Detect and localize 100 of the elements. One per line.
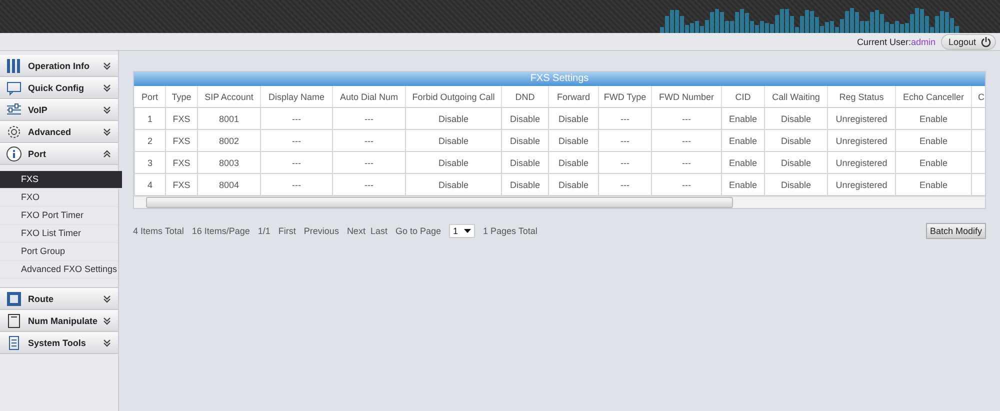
- sidebar-section[interactable]: Num Manipulate: [0, 310, 118, 332]
- section-label: VoIP: [28, 104, 48, 114]
- table-cell: Disable: [558, 114, 588, 124]
- current-user-label: Current User:admin: [856, 36, 936, 46]
- section-label: Route: [28, 294, 54, 304]
- sidebar-item[interactable]: Port Group: [0, 243, 118, 261]
- table-cell: 3: [147, 158, 152, 168]
- table-cell: Enable: [728, 114, 758, 124]
- sidebar-item[interactable]: FXO List Timer: [0, 225, 118, 243]
- column-header: Auto Dial Num: [340, 92, 398, 102]
- table-cell: Disable: [438, 158, 468, 168]
- table-cell: Unregistered: [836, 158, 888, 168]
- bars-icon: [6, 58, 22, 74]
- table-cell: ---: [292, 158, 301, 168]
- sidebar-item[interactable]: Advanced FXO Settings: [0, 261, 118, 279]
- table-cell: FXS: [172, 180, 190, 190]
- sidebar-section[interactable]: Advanced: [0, 121, 118, 143]
- table-cell: Disable: [438, 180, 468, 190]
- column-header: Type: [172, 92, 192, 102]
- table-cell: Disable: [780, 158, 811, 168]
- pages-total: 1 Pages Total: [483, 226, 538, 236]
- table-cell: ---: [682, 114, 691, 124]
- table-cell: Disable: [510, 136, 540, 146]
- section-label: Operation Info: [28, 60, 90, 70]
- column-header: Call Waiting: [772, 92, 820, 102]
- table-cell: ---: [620, 136, 630, 146]
- square-icon: [6, 290, 22, 306]
- table-cell: Enable: [919, 180, 948, 190]
- table-cell: 8004: [218, 180, 240, 190]
- sidebar-section[interactable]: Route: [0, 288, 118, 310]
- sidebar-item[interactable]: FXO: [0, 189, 118, 207]
- batch-modify-button[interactable]: Batch Modify: [926, 223, 986, 239]
- table-cell: ---: [364, 136, 374, 146]
- table-cell: Unregistered: [836, 180, 888, 190]
- column-header: DND: [515, 92, 535, 102]
- sidebar-item[interactable]: FXO Port Timer: [0, 207, 118, 225]
- table-cell: Disable: [438, 114, 468, 124]
- table-cell: ---: [620, 114, 630, 124]
- column-header: Forward: [556, 92, 590, 102]
- column-header: Port: [141, 92, 158, 102]
- table-cell: Disable: [438, 136, 468, 146]
- column-header: FWD Number: [658, 92, 714, 102]
- table-cell: FXS: [172, 136, 190, 146]
- table-cell: ---: [292, 114, 301, 124]
- column-header: CID: [735, 92, 751, 102]
- table-cell: Unregistered: [836, 114, 888, 124]
- table-cell: Enable: [919, 158, 948, 168]
- gear-icon: [6, 124, 22, 140]
- table-cell: Enable: [919, 114, 948, 124]
- table-cell: Disable: [510, 180, 540, 190]
- frame-icon: [6, 312, 22, 328]
- last-link[interactable]: Last: [370, 226, 388, 236]
- power-icon: [980, 36, 992, 48]
- table-cell: 8001: [218, 114, 240, 124]
- horizontal-scrollbar[interactable]: [134, 196, 985, 208]
- sidebar-item[interactable]: FXS: [0, 171, 122, 189]
- caret-icon: [464, 228, 472, 234]
- logout-button[interactable]: Logout: [941, 34, 996, 50]
- section-label: Advanced: [28, 126, 72, 136]
- table-cell: ---: [682, 136, 691, 146]
- table-cell: ---: [292, 136, 301, 146]
- table-cell: ---: [620, 180, 630, 190]
- table-cell: ---: [682, 180, 691, 190]
- table-cell: 8002: [218, 136, 240, 146]
- column-header: SIP Account: [204, 92, 254, 102]
- section-label: System Tools: [28, 338, 87, 348]
- document-icon: [6, 334, 22, 350]
- table-cell: Disable: [780, 136, 811, 146]
- sidebar-section[interactable]: Quick Config: [0, 77, 118, 99]
- first-link[interactable]: First: [278, 226, 296, 236]
- sidebar-section[interactable]: VoIP: [0, 99, 118, 121]
- items-total: 4 Items Total: [133, 226, 184, 236]
- column-header: C: [978, 92, 984, 102]
- column-header: Reg Status: [839, 92, 884, 102]
- previous-link[interactable]: Previous: [304, 226, 339, 236]
- table-cell: FXS: [172, 158, 190, 168]
- table-cell: 8003: [218, 158, 240, 168]
- next-link[interactable]: Next: [346, 226, 366, 236]
- page-select[interactable]: 1: [449, 224, 476, 238]
- sidebar-section[interactable]: System Tools: [0, 332, 118, 354]
- column-header: Forbid Outgoing Call: [412, 92, 495, 102]
- chat-icon: [6, 80, 22, 96]
- table-cell: Unregistered: [836, 136, 888, 146]
- column-header: Echo Canceller: [902, 92, 964, 102]
- info-icon: [6, 146, 22, 162]
- table-cell: Disable: [780, 114, 811, 124]
- section-label: Port: [28, 148, 47, 158]
- page-indicator: 1/1: [258, 226, 270, 236]
- column-header: Display Name: [268, 92, 325, 102]
- table-cell: 2: [147, 136, 152, 146]
- table-cell: FXS: [172, 114, 190, 124]
- table-cell: Enable: [728, 180, 758, 190]
- table-cell: Enable: [728, 136, 758, 146]
- sidebar-section[interactable]: Port: [0, 143, 118, 165]
- table-cell: ---: [682, 158, 691, 168]
- sidebar-section[interactable]: Operation Info: [0, 55, 118, 77]
- sliders-icon: [6, 102, 22, 118]
- table-cell: Disable: [510, 158, 540, 168]
- panel-title: FXS Settings: [134, 72, 985, 86]
- section-label: Num Manipulate: [28, 316, 99, 326]
